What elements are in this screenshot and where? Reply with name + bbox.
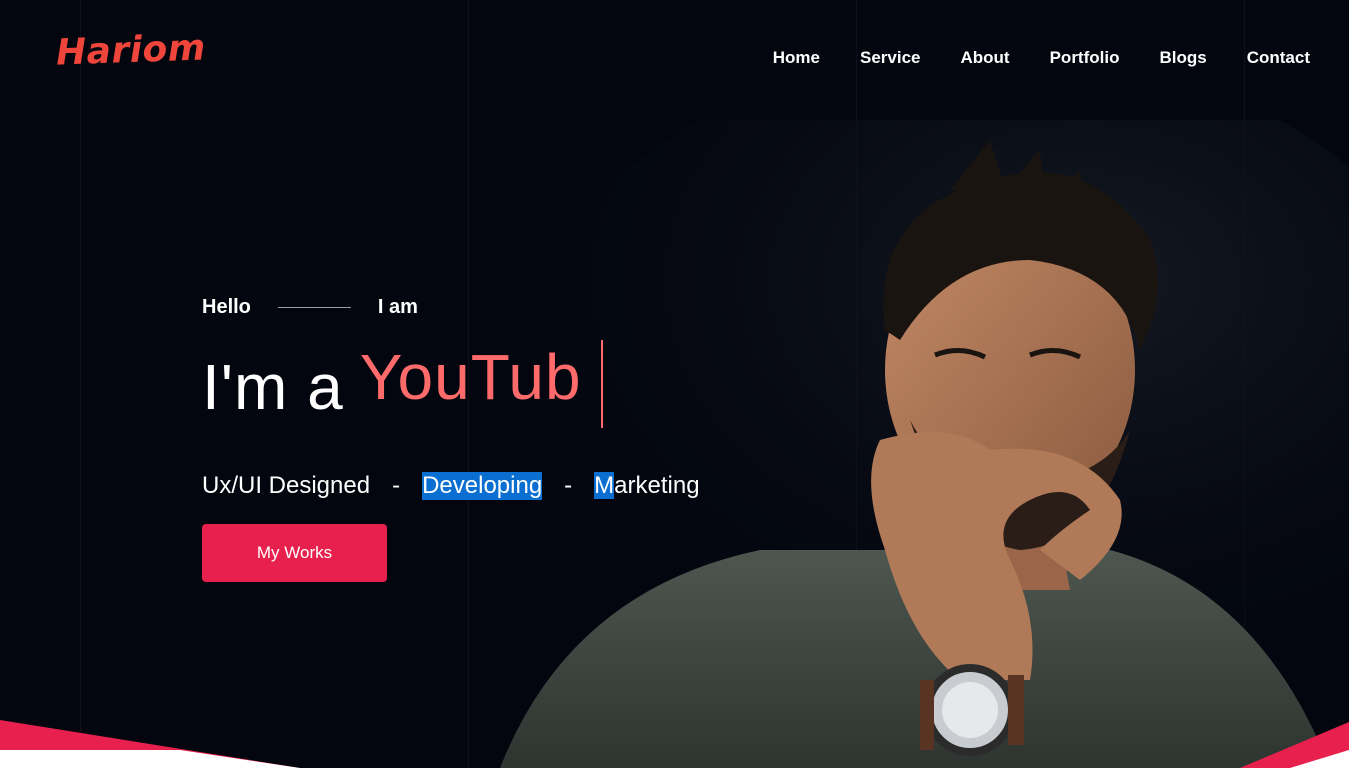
skill-separator: - [392, 472, 401, 499]
skill-developing-selected: Developing [422, 472, 543, 500]
nav-item-service[interactable]: Service [860, 46, 921, 70]
typed-role-text: YouTub [359, 341, 582, 413]
my-works-button[interactable]: My Works [202, 524, 387, 582]
nav-item-portfolio[interactable]: Portfolio [1050, 46, 1120, 70]
skill-marketing: Marketing [594, 472, 700, 500]
hello-text: Hello [202, 296, 251, 318]
nav-item-blogs[interactable]: Blogs [1159, 46, 1206, 70]
person-portrait-image [500, 120, 1349, 768]
skill-marketing-rest: arketing [614, 472, 700, 499]
nav-item-home[interactable]: Home [773, 46, 820, 70]
skill-ux-ui: Ux/UI Designed [202, 472, 371, 499]
skills-line: Ux/UI Designed - Developing - Marketing [202, 472, 700, 500]
i-am-text: I am [377, 296, 418, 318]
grid-line [80, 0, 81, 768]
skill-marketing-first-letter: M [594, 472, 615, 499]
skill-separator: - [564, 472, 573, 499]
typing-caret [601, 340, 603, 428]
headline-prefix: I'm a [202, 351, 344, 423]
headline: I'm a YouTub [202, 341, 582, 424]
nav-item-contact[interactable]: Contact [1247, 46, 1310, 70]
nav-item-about[interactable]: About [961, 46, 1010, 70]
hello-row: Hello I am [202, 296, 418, 319]
brand-logo[interactable]: Hariom [55, 27, 206, 73]
divider-line [277, 307, 351, 308]
main-nav: Home Service About Portfolio Blogs Conta… [733, 46, 1310, 70]
